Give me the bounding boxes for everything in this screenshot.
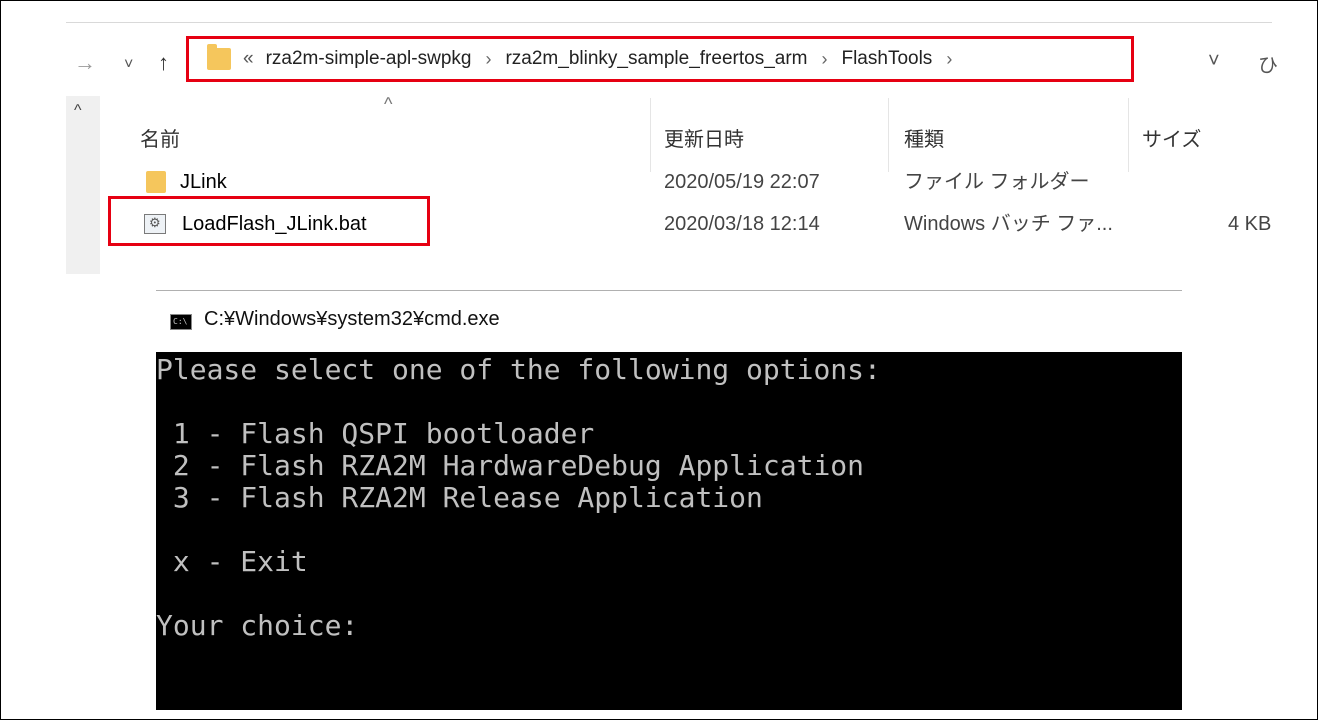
forward-arrow-icon[interactable]: → <box>74 50 96 76</box>
console-line: 2 - Flash RZA2M HardwareDebug Applicatio… <box>156 449 865 482</box>
console-line: 3 - Flash RZA2M Release Application <box>156 481 763 514</box>
column-header-date[interactable]: 更新日時 <box>664 122 744 158</box>
folder-icon <box>207 44 231 70</box>
console-title-bar[interactable]: C:\ C:¥Windows¥system32¥cmd.exe <box>156 290 1182 350</box>
highlight-box <box>108 196 430 246</box>
refresh-icon[interactable]: ひ <box>1258 49 1278 78</box>
breadcrumb-separator-icon[interactable]: › <box>485 49 491 70</box>
console-line: x - Exit <box>156 545 308 578</box>
explorer-top-border <box>66 22 1272 23</box>
console-line: 1 - Flash QSPI bootloader <box>156 417 595 450</box>
scroll-up-icon[interactable]: ^ <box>74 102 82 120</box>
console-output[interactable]: Please select one of the following optio… <box>156 352 1182 710</box>
column-header-name[interactable]: 名前 <box>140 122 180 158</box>
address-bar[interactable]: « rza2m-simple-apl-swpkg › rza2m_blinky_… <box>186 36 1134 82</box>
console-title: C:¥Windows¥system32¥cmd.exe <box>204 308 500 330</box>
file-date: 2020/05/19 22:07 <box>664 171 820 193</box>
column-divider[interactable] <box>1128 98 1129 172</box>
address-overflow-icon[interactable]: « <box>243 48 254 70</box>
column-header-type[interactable]: 種類 <box>904 122 944 158</box>
recent-locations-chevron-icon[interactable]: ˅ <box>124 52 133 78</box>
breadcrumb-item[interactable]: rza2m-simple-apl-swpkg <box>266 48 472 70</box>
file-explorer: → ˅ ↑ « rza2m-simple-apl-swpkg › rza2m_b… <box>66 22 1278 274</box>
console-prompt: Your choice: <box>156 609 359 642</box>
cmd-icon: C:\ <box>170 314 192 330</box>
address-dropdown-icon[interactable]: ˅ <box>1208 50 1220 73</box>
breadcrumb-item[interactable]: FlashTools <box>841 48 932 70</box>
file-type: Windows バッチ ファ... <box>904 213 1113 235</box>
breadcrumb-item[interactable]: rza2m_blinky_sample_freertos_arm <box>505 48 807 70</box>
folder-icon <box>146 171 166 193</box>
console-top-border <box>156 290 1182 291</box>
breadcrumb-separator-icon[interactable]: › <box>821 49 827 70</box>
file-name[interactable]: JLink <box>180 166 227 198</box>
file-row-jlink[interactable]: JLink 2020/05/19 22:07 ファイル フォルダー <box>66 166 1272 198</box>
console-line: Please select one of the following optio… <box>156 353 881 386</box>
up-arrow-icon[interactable]: ↑ <box>158 50 169 76</box>
column-divider[interactable] <box>650 98 651 172</box>
column-header-size[interactable]: サイズ <box>1142 122 1201 158</box>
breadcrumb-separator-icon[interactable]: › <box>946 49 952 70</box>
column-divider[interactable] <box>888 98 889 172</box>
sort-ascending-icon: ^ <box>384 94 393 114</box>
file-size: 4 KB <box>1228 213 1272 235</box>
file-date: 2020/03/18 12:14 <box>664 213 820 235</box>
file-type: ファイル フォルダー <box>904 171 1090 193</box>
